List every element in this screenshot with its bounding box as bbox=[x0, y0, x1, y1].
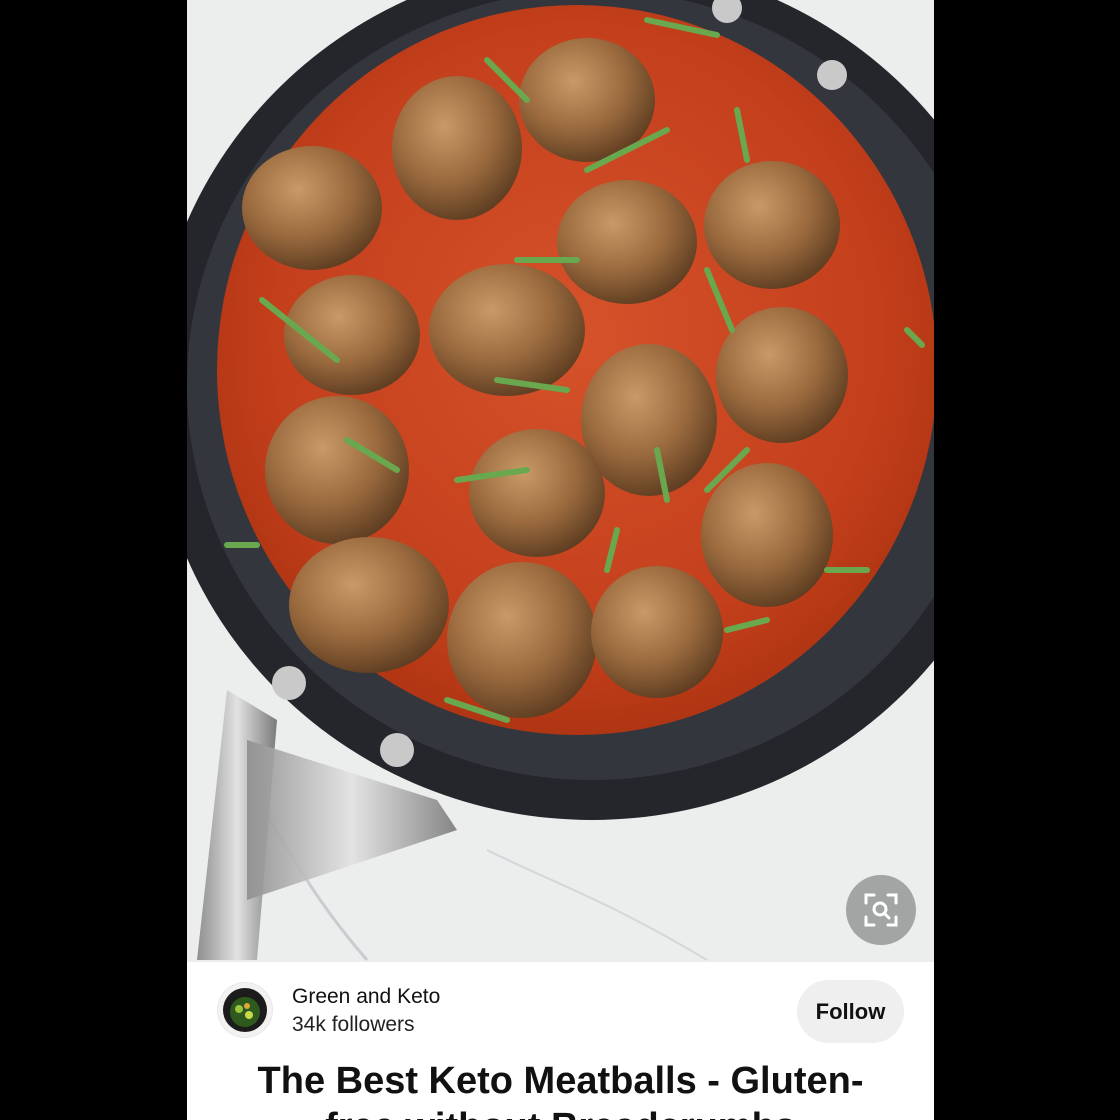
pin-title-line-1: The Best Keto Meatballs - Gluten- bbox=[257, 1060, 864, 1102]
pin-image[interactable] bbox=[187, 0, 934, 962]
pin-details-card: Green and Keto 34k followers Follow The … bbox=[187, 962, 934, 1120]
creator-logo-icon bbox=[218, 983, 272, 1037]
follow-button[interactable]: Follow bbox=[797, 980, 904, 1043]
meatball-skillet-photo bbox=[187, 0, 934, 962]
pin-title-line-2: free without Breadcrumbs bbox=[325, 1106, 796, 1120]
follower-count: 34k followers bbox=[292, 1013, 415, 1036]
pin-title: The Best Keto Meatballs - Gluten- free w… bbox=[187, 1058, 934, 1120]
visual-search-button[interactable] bbox=[846, 875, 916, 945]
pin-closeup: Green and Keto 34k followers Follow The … bbox=[187, 0, 934, 1120]
visual-search-icon bbox=[864, 893, 898, 927]
creator-name[interactable]: Green and Keto bbox=[292, 985, 440, 1009]
creator-avatar[interactable] bbox=[217, 982, 273, 1038]
